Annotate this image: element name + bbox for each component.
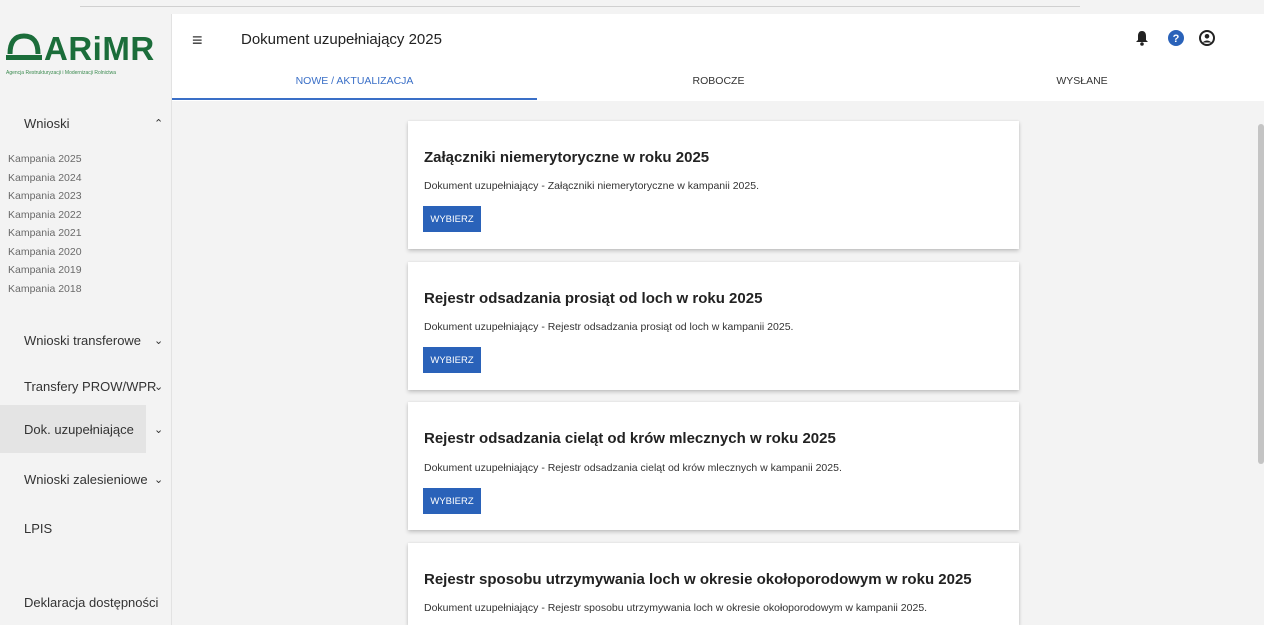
campaign-item-2018[interactable]: Kampania 2018 — [8, 280, 82, 299]
campaign-item-2024[interactable]: Kampania 2024 — [8, 169, 82, 188]
campaign-item-2019[interactable]: Kampania 2019 — [8, 261, 82, 280]
sidebar-item-label: Dok. uzupełniające — [24, 421, 134, 437]
sidebar-item-wnioski-zalesieniowe[interactable]: Wnioski zalesieniowe ⌄ — [0, 459, 171, 499]
select-button[interactable]: WYBIERZ — [423, 347, 481, 373]
chevron-up-icon: ⌃ — [154, 117, 164, 130]
sidebar-item-transfery-prow[interactable]: Transfery PROW/WPR ⌄ — [0, 366, 171, 406]
card-title: Załączniki niemerytoryczne w roku 2025 — [424, 149, 710, 166]
card-description: Dokument uzupełniający - Rejestr odsadza… — [424, 462, 842, 474]
svg-text:?: ? — [1173, 33, 1180, 45]
tab-bar: NOWE / AKTUALIZACJA ROBOCZE WYSŁANE — [172, 62, 1264, 100]
card-description: Dokument uzupełniający - Rejestr sposobu… — [424, 602, 928, 614]
tab-nowe-aktualizacja[interactable]: NOWE / AKTUALIZACJA — [172, 62, 537, 100]
campaign-item-2025[interactable]: Kampania 2025 — [8, 150, 82, 169]
sidebar: ARiMR Agencja Restrukturyzacji i Moderni… — [0, 14, 172, 625]
select-button[interactable]: WYBIERZ — [423, 206, 481, 232]
document-card: Załączniki niemerytoryczne w roku 2025 D… — [408, 121, 1019, 249]
campaign-item-2020[interactable]: Kampania 2020 — [8, 243, 82, 262]
scrollbar[interactable] — [1256, 104, 1264, 624]
sidebar-item-label: Transfery PROW/WPR — [24, 378, 157, 394]
user-icon[interactable] — [1199, 30, 1215, 50]
chevron-down-icon: ⌄ — [154, 334, 164, 347]
campaign-item-2022[interactable]: Kampania 2022 — [8, 206, 82, 225]
tab-wyslane[interactable]: WYSŁANE — [900, 62, 1264, 100]
sidebar-item-wnioski[interactable]: Wnioski ⌃ — [0, 112, 171, 134]
campaign-item-2023[interactable]: Kampania 2023 — [8, 187, 82, 206]
card-description: Dokument uzupełniający - Rejestr odsadza… — [424, 321, 794, 333]
document-card: Rejestr odsadzania prosiąt od loch w rok… — [408, 262, 1019, 390]
chevron-down-icon: ⌄ — [154, 423, 164, 436]
card-title: Rejestr odsadzania prosiąt od loch w rok… — [424, 290, 763, 307]
help-icon[interactable]: ? — [1168, 30, 1184, 50]
logo[interactable]: ARiMR Agencja Restrukturyzacji i Moderni… — [6, 30, 156, 90]
select-button[interactable]: WYBIERZ — [423, 488, 481, 514]
top-divider — [80, 6, 1080, 7]
chevron-down-icon: ⌄ — [154, 473, 164, 486]
campaign-list: Kampania 2025 Kampania 2024 Kampania 202… — [8, 150, 82, 298]
sidebar-item-dok-uzupelniajace[interactable]: Dok. uzupełniające ⌄ — [0, 405, 163, 453]
page-title: Dokument uzupełniający 2025 — [241, 31, 442, 48]
bell-icon[interactable] — [1135, 30, 1149, 50]
card-title: Rejestr odsadzania cieląt od krów mleczn… — [424, 430, 836, 447]
sidebar-item-deklaracja[interactable]: Deklaracja dostępności — [0, 582, 171, 622]
sidebar-item-label: Wnioski — [24, 115, 70, 131]
logo-text: ARiMR — [44, 30, 155, 67]
sidebar-item-label: Wnioski transferowe — [24, 332, 142, 348]
sidebar-item-lpis[interactable]: LPIS — [0, 508, 171, 548]
sidebar-item-wnioski-transferowe[interactable]: Wnioski transferowe ⌄ — [0, 320, 171, 360]
scrollbar-thumb[interactable] — [1258, 124, 1264, 464]
menu-icon[interactable]: ≡ — [192, 30, 203, 51]
sidebar-item-label: Wnioski zalesieniowe — [24, 471, 148, 487]
chevron-down-icon: ⌄ — [154, 380, 164, 393]
sidebar-item-label: Deklaracja dostępności — [24, 594, 159, 610]
app-header: ≡ Dokument uzupełniający 2025 ? NOWE / A… — [172, 14, 1264, 101]
card-title: Rejestr sposobu utrzymywania loch w okre… — [424, 571, 972, 588]
arimr-logo-icon — [6, 33, 42, 60]
sidebar-item-label: LPIS — [24, 520, 53, 536]
card-description: Dokument uzupełniający - Załączniki niem… — [424, 180, 759, 192]
logo-subtitle: Agencja Restrukturyzacji i Modernizacji … — [6, 70, 117, 76]
document-card: Rejestr odsadzania cieląt od krów mleczn… — [408, 402, 1019, 530]
campaign-item-2021[interactable]: Kampania 2021 — [8, 224, 82, 243]
tab-robocze[interactable]: ROBOCZE — [537, 62, 900, 100]
document-card: Rejestr sposobu utrzymywania loch w okre… — [408, 543, 1019, 625]
